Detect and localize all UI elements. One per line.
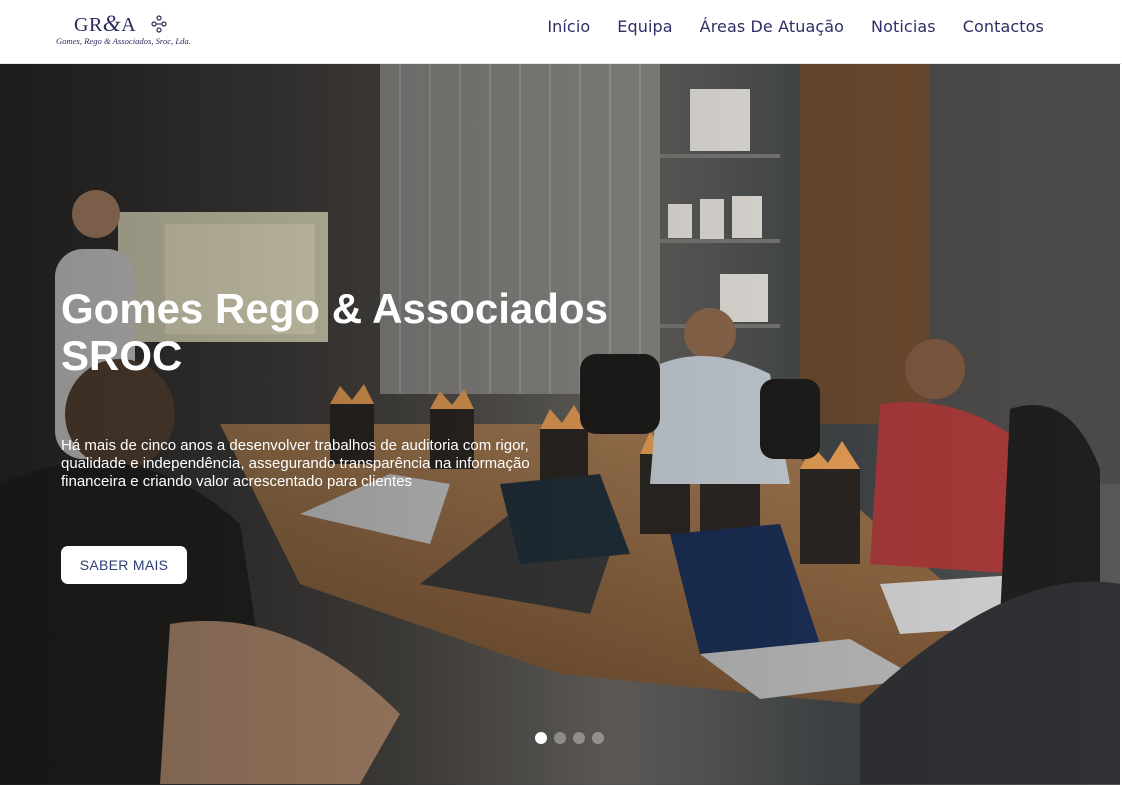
slider-dots [535, 732, 604, 744]
logo-emblem-icon [151, 15, 167, 33]
logo-mark: GR&A [74, 11, 137, 36]
hero-overlay [0, 64, 1120, 785]
hero-title: Gomes Rego & Associados SROC [61, 285, 681, 379]
nav-item-areas-de-atuacao[interactable]: Áreas De Atuação [700, 17, 844, 36]
hero-title-line1: Gomes Rego & Associados [61, 285, 608, 332]
slider-dot-1[interactable] [535, 732, 547, 744]
hero-title-line2: SROC [61, 332, 183, 379]
main-nav: Início Equipa Áreas De Atuação Noticias … [547, 17, 1044, 36]
saber-mais-button[interactable]: SABER MAIS [61, 546, 187, 584]
logo[interactable]: GR&A Gomes, Rego & Associados, Sroc, Lda… [56, 9, 206, 49]
nav-item-equipa[interactable]: Equipa [617, 17, 672, 36]
slider-dot-4[interactable] [592, 732, 604, 744]
slider-dot-2[interactable] [554, 732, 566, 744]
slider-dot-3[interactable] [573, 732, 585, 744]
site-header: GR&A Gomes, Rego & Associados, Sroc, Lda… [0, 0, 1122, 64]
hero-description: Há mais de cinco anos a desenvolver trab… [61, 437, 530, 490]
nav-item-inicio[interactable]: Início [547, 17, 590, 36]
nav-item-noticias[interactable]: Noticias [871, 17, 936, 36]
logo-tagline: Gomes, Rego & Associados, Sroc, Lda. [56, 36, 191, 46]
nav-item-contactos[interactable]: Contactos [963, 17, 1044, 36]
hero-slider: Gomes Rego & Associados SROC Há mais de … [0, 64, 1120, 785]
